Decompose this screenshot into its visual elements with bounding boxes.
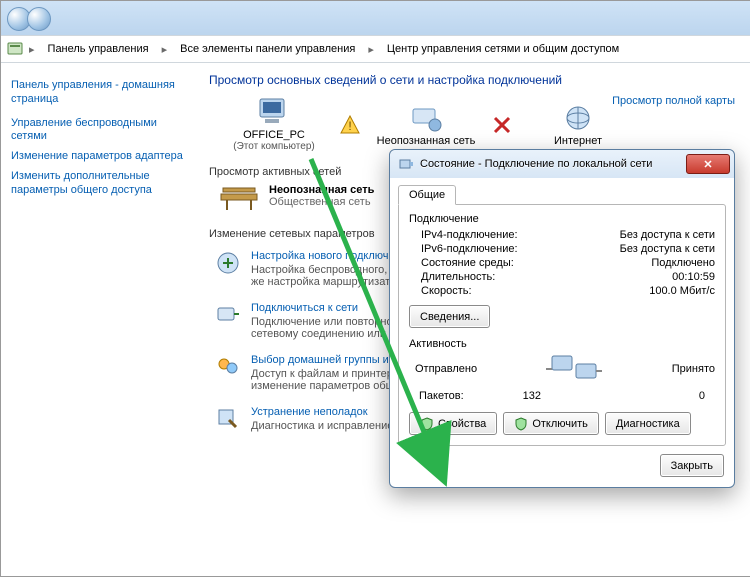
new-connection-icon bbox=[215, 250, 241, 276]
shield-icon bbox=[514, 417, 528, 431]
sent-label: Отправлено bbox=[415, 363, 477, 375]
sidebar-item-adapter[interactable]: Изменение параметров адаптера bbox=[11, 150, 191, 164]
kv-media: Состояние среды:Подключено bbox=[421, 257, 715, 269]
breadcrumb-seg-1[interactable]: Панель управления bbox=[41, 40, 156, 58]
troubleshoot-icon bbox=[215, 406, 241, 432]
sidebar-item-wireless[interactable]: Управление беспроводными сетями bbox=[11, 117, 191, 145]
kv-ipv4: IPv4-подключение:Без доступа к сети bbox=[421, 229, 715, 241]
nav-back-forward[interactable] bbox=[7, 7, 51, 31]
chevron-right-icon: ▸ bbox=[27, 43, 37, 56]
map-node-unknown-net[interactable]: Неопознанная сеть bbox=[371, 103, 481, 147]
active-network-name[interactable]: Неопознанная сеть bbox=[269, 184, 374, 196]
details-button[interactable]: Сведения... bbox=[409, 305, 490, 328]
close-icon: ✕ bbox=[703, 158, 712, 171]
activity-monitors-icon bbox=[546, 354, 602, 384]
view-full-map-link[interactable]: Просмотр полной карты bbox=[612, 95, 735, 107]
kv-duration: Длительность:00:10:59 bbox=[421, 271, 715, 283]
map-link-warning: ! bbox=[339, 114, 361, 136]
active-network-type[interactable]: Общественная сеть bbox=[269, 196, 374, 208]
shield-icon bbox=[420, 417, 434, 431]
sidebar-item-sharing[interactable]: Изменить дополнительные параметры общего… bbox=[11, 170, 191, 198]
svg-text:!: ! bbox=[348, 119, 351, 133]
packets-label: Пакетов: bbox=[419, 390, 464, 402]
status-dialog: Состояние - Подключение по локальной сет… bbox=[389, 149, 735, 488]
recv-label: Принято bbox=[672, 363, 715, 375]
map-link-error bbox=[491, 115, 513, 135]
dialog-titlebar[interactable]: Состояние - Подключение по локальной сет… bbox=[390, 150, 734, 178]
breadcrumb-seg-3[interactable]: Центр управления сетями и общим доступом bbox=[380, 40, 626, 58]
close-dialog-button[interactable]: Закрыть bbox=[660, 454, 724, 477]
packets-sent: 132 bbox=[523, 390, 541, 402]
chevron-right-icon: ▸ bbox=[160, 43, 170, 56]
warning-icon: ! bbox=[339, 114, 361, 136]
adapter-icon bbox=[398, 156, 414, 172]
map-node-internet[interactable]: Интернет bbox=[523, 103, 633, 147]
connect-icon bbox=[215, 302, 241, 328]
group-heading: Активность bbox=[409, 338, 715, 350]
error-x-icon bbox=[492, 115, 512, 135]
map-node-label: OFFICE_PC bbox=[243, 129, 305, 141]
dialog-title: Состояние - Подключение по локальной сет… bbox=[420, 158, 680, 170]
packets-recv: 0 bbox=[699, 390, 705, 402]
breadcrumb-seg-2[interactable]: Все элементы панели управления bbox=[173, 40, 362, 58]
sidebar-home-link[interactable]: Панель управления - домашняя страница bbox=[11, 79, 191, 107]
properties-button[interactable]: Свойства bbox=[409, 412, 497, 435]
group-heading: Подключение bbox=[409, 213, 715, 225]
chevron-right-icon: ▸ bbox=[366, 43, 376, 56]
group-connection: Подключение IPv4-подключение:Без доступа… bbox=[409, 213, 715, 328]
forward-button[interactable] bbox=[27, 7, 51, 31]
close-button[interactable]: ✕ bbox=[686, 154, 730, 174]
control-panel-icon bbox=[7, 41, 23, 57]
link[interactable]: Устранение неполадок bbox=[251, 406, 368, 418]
kv-speed: Скорость:100.0 Мбит/с bbox=[421, 285, 715, 297]
page-title: Просмотр основных сведений о сети и наст… bbox=[209, 73, 737, 87]
group-activity: Активность Отправлено Принято Пакетов: 1… bbox=[409, 338, 715, 402]
link[interactable]: Подключиться к сети bbox=[251, 302, 358, 314]
computer-icon bbox=[257, 97, 291, 127]
tab-general[interactable]: Общие bbox=[398, 185, 456, 205]
dialog-tabs: Общие bbox=[390, 178, 734, 204]
window-titlebar bbox=[1, 1, 750, 35]
kv-ipv6: IPv6-подключение:Без доступа к сети bbox=[421, 243, 715, 255]
breadcrumb: ▸ Панель управления ▸ Все элементы панел… bbox=[1, 35, 750, 63]
button-label: Отключить bbox=[532, 418, 588, 430]
sidebar: Панель управления - домашняя страница Уп… bbox=[1, 63, 195, 577]
map-node-label: Интернет bbox=[554, 135, 602, 147]
button-label: Свойства bbox=[438, 418, 486, 430]
map-node-this-pc[interactable]: OFFICE_PC (Этот компьютер) bbox=[219, 97, 329, 152]
bench-icon bbox=[219, 184, 259, 214]
disable-button[interactable]: Отключить bbox=[503, 412, 599, 435]
diagnostics-button[interactable]: Диагностика bbox=[605, 412, 691, 435]
homegroup-icon bbox=[215, 354, 241, 380]
network-icon bbox=[409, 103, 443, 133]
map-node-sublabel: (Этот компьютер) bbox=[233, 141, 314, 152]
globe-icon bbox=[561, 103, 595, 133]
map-node-label: Неопознанная сеть bbox=[377, 135, 476, 147]
